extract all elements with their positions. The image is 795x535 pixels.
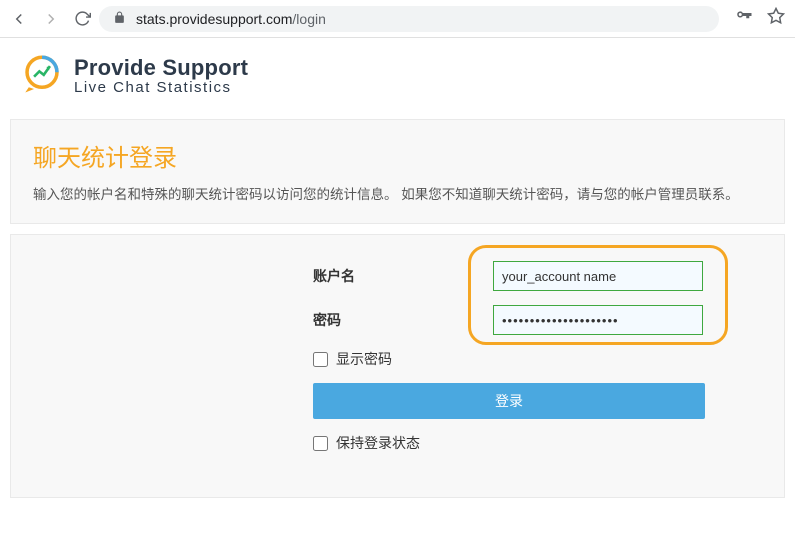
login-form-panel: 账户名 密码 显示密码 登录 保持登录状态	[10, 234, 785, 498]
show-password-checkbox[interactable]	[313, 352, 328, 367]
key-icon[interactable]	[735, 7, 753, 30]
forward-button[interactable]	[42, 10, 60, 28]
keep-logged-row: 保持登录状态	[313, 433, 713, 453]
login-form: 账户名 密码 显示密码 登录 保持登录状态	[313, 261, 713, 453]
page-content: Provide Support Live Chat Statistics 聊天统…	[0, 38, 795, 498]
reload-button[interactable]	[74, 10, 91, 27]
brand-title: Provide Support	[74, 56, 248, 80]
password-label: 密码	[313, 310, 493, 330]
keep-logged-checkbox[interactable]	[313, 436, 328, 451]
password-input[interactable]	[493, 305, 703, 335]
intro-description: 输入您的帐户名和特殊的聊天统计密码以访问您的统计信息。 如果您不知道聊天统计密码…	[33, 183, 762, 203]
nav-buttons	[10, 10, 91, 28]
url-text: stats.providesupport.com/login	[136, 11, 326, 27]
account-input[interactable]	[493, 261, 703, 291]
keep-logged-label[interactable]: 保持登录状态	[336, 433, 420, 453]
logo-icon	[20, 52, 64, 101]
brand-text: Provide Support Live Chat Statistics	[74, 56, 248, 97]
brand-header: Provide Support Live Chat Statistics	[0, 38, 795, 119]
back-button[interactable]	[10, 10, 28, 28]
address-bar[interactable]: stats.providesupport.com/login	[99, 6, 719, 32]
account-row: 账户名	[313, 261, 713, 291]
show-password-row: 显示密码	[313, 349, 713, 369]
password-row: 密码	[313, 305, 713, 335]
star-icon[interactable]	[767, 7, 785, 30]
intro-panel: 聊天统计登录 输入您的帐户名和特殊的聊天统计密码以访问您的统计信息。 如果您不知…	[10, 119, 785, 224]
brand-subtitle: Live Chat Statistics	[74, 80, 248, 97]
page-title: 聊天统计登录	[33, 138, 762, 173]
account-label: 账户名	[313, 266, 493, 286]
show-password-label[interactable]: 显示密码	[336, 349, 392, 369]
login-button[interactable]: 登录	[313, 383, 705, 419]
lock-icon	[113, 11, 126, 27]
browser-toolbar: stats.providesupport.com/login	[0, 0, 795, 38]
toolbar-right	[735, 7, 785, 30]
